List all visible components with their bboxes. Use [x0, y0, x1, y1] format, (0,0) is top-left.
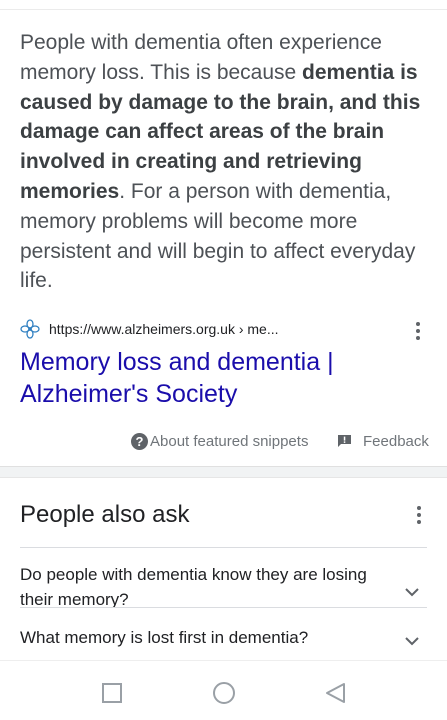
- people-also-ask-title: People also ask: [20, 501, 190, 528]
- about-featured-snippets-button[interactable]: ? About featured snippets: [131, 431, 308, 451]
- about-featured-snippets-label: About featured snippets: [150, 432, 309, 450]
- feedback-button[interactable]: Feedback: [337, 431, 429, 451]
- chevron-down-icon: [405, 633, 419, 646]
- source-row[interactable]: https://www.alzheimers.org.uk › me...: [20, 318, 432, 342]
- paa-question-text: What memory is lost first in dementia?: [20, 628, 309, 647]
- triangle-back-icon[interactable]: [324, 681, 348, 705]
- featured-snippet-text: People with dementia often experience me…: [20, 28, 432, 296]
- more-vert-icon[interactable]: [414, 321, 422, 341]
- circle-home-icon[interactable]: [212, 681, 236, 705]
- top-divider: [0, 9, 447, 10]
- feedback-icon: [337, 434, 352, 448]
- paa-question-item[interactable]: What memory is lost first in dementia?: [20, 625, 427, 655]
- paa-question-item[interactable]: Do people with dementia know they are lo…: [20, 562, 427, 607]
- paa-divider: [20, 547, 427, 548]
- system-navigation-bar: [0, 660, 447, 720]
- alzheimers-society-icon: [20, 319, 40, 339]
- source-url[interactable]: https://www.alzheimers.org.uk › me...: [49, 321, 279, 337]
- help-icon: ?: [131, 432, 148, 450]
- chevron-down-icon: [405, 584, 419, 597]
- paa-divider: [20, 607, 427, 608]
- paa-question-text: Do people with dementia know they are lo…: [20, 565, 367, 607]
- result-title-link[interactable]: Memory loss and dementia | Alzheimer's S…: [20, 346, 420, 410]
- feedback-label: Feedback: [363, 432, 429, 450]
- more-vert-icon[interactable]: [415, 505, 423, 525]
- snippet-footer: ? About featured snippets Feedback: [0, 429, 447, 453]
- square-recents-icon[interactable]: [100, 681, 124, 705]
- section-separator: [0, 466, 447, 478]
